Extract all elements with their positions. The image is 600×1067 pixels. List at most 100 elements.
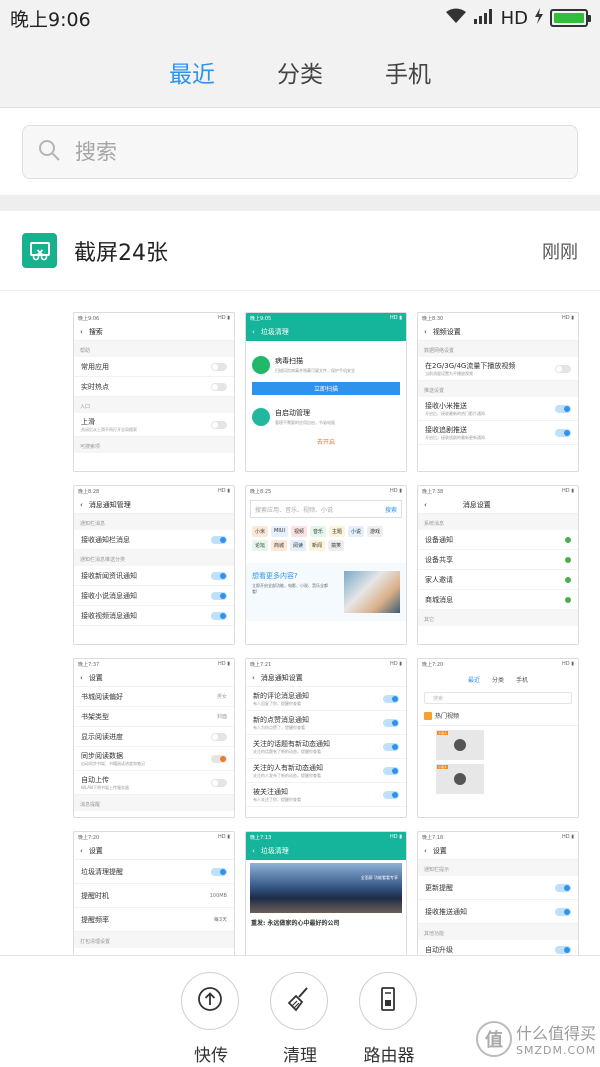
thumb-section: 其他功能	[418, 924, 578, 940]
thumb-section: 通知栏提示	[418, 860, 578, 876]
thumb-section: 通知栏消息	[74, 514, 234, 530]
toggle-icon	[211, 571, 227, 580]
thumb-row: 提醒时机 100MB	[74, 884, 234, 908]
thumb-section: 入口	[74, 397, 234, 413]
clean-label: 清理	[283, 1046, 317, 1066]
screenshot-thumbnail-4[interactable]: 晚上8:28 HD ▮ ‹ 消息通知管理 通知栏消息 接收通知栏消息 通知栏消息推送…	[73, 485, 235, 645]
tab-recent[interactable]: 最近	[169, 55, 215, 89]
screenshot-thumbnail-1[interactable]: 晚上9:06 HD ▮ ‹ 搜索 帮助 常用应用 实时热点 入口 上滑 关闭后从上滑不…	[73, 312, 235, 472]
thumb-row: 自动升级	[418, 940, 578, 955]
toggle-icon	[211, 611, 227, 620]
screenshot-icon	[22, 233, 57, 268]
search-area	[0, 108, 600, 195]
screenshot-thumbnail-6[interactable]: 晚上7:38 HD ▮ ‹ 消息设置 系统消息 设备通知 设备共享 家人邀请 商城消…	[417, 485, 579, 645]
thumb-title-bar: ‹ 设置	[418, 842, 578, 860]
toggle-icon	[383, 694, 399, 703]
thumb-group: 热门视频	[418, 706, 578, 726]
books-image	[344, 571, 400, 613]
thumb-section: 数据网络设置	[418, 341, 578, 357]
screenshot-thumbnail-11[interactable]: 晚上7:13 HD ▮ ‹ 垃圾清理 全面屏 功能看看专享 重发: 永远做家的心中最…	[245, 831, 407, 955]
toggle-icon	[211, 754, 227, 763]
thumb-row: 提醒频率 每3天	[74, 908, 234, 932]
signal-icon	[473, 8, 495, 29]
toggle-icon	[383, 742, 399, 751]
thumb-title-bar: ‹ 搜索	[74, 323, 234, 341]
thumb-row: 关注的话题有新动态通知 关注的话题有了新的动态，提醒你查看	[246, 735, 406, 759]
smzdm-watermark: 值 什么值得买 SMZDM.COM	[476, 1010, 598, 1067]
thumb-section: 打包清理设置	[74, 932, 234, 948]
toggle-icon	[555, 945, 571, 954]
clean-button[interactable]: 清理	[270, 972, 330, 1066]
screenshot-group-header[interactable]: 截屏24张 刚刚	[0, 211, 600, 291]
recent-files-list: 截屏24张 刚刚 晚上9:06 HD ▮ ‹ 搜索 帮助 常用应用 实时热点 入口 …	[0, 211, 600, 955]
battery-icon	[550, 9, 591, 27]
toggle-icon	[383, 790, 399, 799]
router-label: 路由器	[363, 1046, 415, 1066]
thumb-title-bar: ‹ 消息设置	[418, 496, 578, 514]
play-icon	[454, 773, 466, 785]
screenshot-thumbnail-2[interactable]: 晚上9:05 HD ▮ ‹ 垃圾清理 病毒扫描 扫描风险病毒并隐藏可疑文件，保护手机安…	[245, 312, 407, 472]
thumb-title: 消息通知管理	[88, 500, 131, 509]
thumb-row: 接收追剧推送 开启后，接收追剧的最新更新通知	[418, 421, 578, 445]
status-time: 晚上9:06	[10, 8, 91, 31]
screenshot-thumbnail-8[interactable]: 晚上7:21 HD ▮ ‹ 消息通知设置 新的评论消息通知 有人回复了你，提醒你查看 …	[245, 658, 407, 818]
thumb-title: 设置	[88, 846, 103, 855]
thumb-title-bar: ‹ 消息通知设置	[246, 669, 406, 687]
toggle-icon	[211, 867, 227, 876]
thumb-row: 设备通知	[418, 530, 578, 550]
thumb-row: 实时热点	[74, 377, 234, 397]
screenshot-thumbnail-3[interactable]: 晚上8:30 HD ▮ ‹ 视频设置 数据网络设置 在2G/3G/4G流量下播放视频…	[417, 312, 579, 472]
thumb-row: 接收通知栏消息	[74, 530, 234, 550]
toggle-icon	[383, 766, 399, 775]
top-tabs: 最近 分类 手机	[0, 36, 600, 108]
wifi-icon	[445, 8, 467, 29]
thumb-title: 设置	[88, 673, 103, 682]
toggle-icon	[211, 535, 227, 544]
thumb-section: 其它	[418, 610, 578, 626]
quick-transfer-button[interactable]: 快传	[181, 972, 241, 1066]
toggle-icon	[211, 362, 227, 371]
screenshot-thumbnail-7[interactable]: 晚上7:37 HD ▮ ‹ 设置 书城阅读偏好 男女 书架类型 封面 显示阅读进度 同步…	[73, 658, 235, 818]
thumb-title-bar: ‹ 垃圾清理	[246, 842, 406, 860]
status-dot	[565, 596, 571, 603]
quick-transfer-label: 快传	[194, 1046, 228, 1066]
tab-phone[interactable]: 手机	[385, 55, 431, 89]
thumb-title: 垃圾清理	[260, 328, 289, 336]
search-box[interactable]	[22, 125, 578, 179]
search-input[interactable]	[75, 140, 475, 164]
play-icon	[454, 739, 466, 751]
thumb-row: 垃圾清理提醒	[74, 860, 234, 884]
section-divider	[0, 195, 600, 211]
thumb-time: 晚上7:21	[250, 662, 272, 668]
thumb-row: 家人邀请	[418, 570, 578, 590]
group-title: 截屏24张	[74, 240, 168, 266]
thumb-title: 垃圾清理	[260, 847, 289, 855]
toggle-icon	[211, 591, 227, 600]
thumb-title-bar: ‹ 消息通知管理	[74, 496, 234, 514]
thumb-row: 同步阅读数据 自动同步书架、书籍阅读进度和笔记	[74, 747, 234, 771]
thumb-row: 在2G/3G/4G流量下播放视频 当前流量设置为不播放视频	[418, 357, 578, 381]
thumb-row: 设备共享	[418, 550, 578, 570]
upload-icon	[196, 985, 224, 1017]
thumb-time: 晚上8:25	[250, 489, 272, 495]
screenshot-thumbnail-10[interactable]: 晚上7:20 HD ▮ ‹ 设置 垃圾清理提醒 提醒时机 100MB 提醒频率 每3天 …	[73, 831, 235, 955]
thumb-search-bar: 搜索	[424, 692, 572, 704]
broom-icon	[285, 985, 313, 1017]
thumb-row: 接收小说消息通知	[74, 586, 234, 606]
tab-category[interactable]: 分类	[277, 55, 323, 89]
watermark-cn: 什么值得买	[516, 1024, 597, 1043]
screenshot-thumbnail-12[interactable]: 晚上7:18 HD ▮ ‹ 设置 通知栏提示 更新提醒 接收推送通知 其他功能 自动…	[417, 831, 579, 955]
group-time: 刚刚	[542, 241, 578, 263]
thumb-section: 帮助	[74, 341, 234, 357]
screenshot-thumbnail-5[interactable]: 晚上8:25 HD ▮ 搜索应用、音乐、视频、小说 搜索 小米 MIUI 视频 音乐…	[245, 485, 407, 645]
thumb-row: 显示阅读进度	[74, 727, 234, 747]
router-button[interactable]: 路由器	[359, 972, 419, 1066]
thumb-row: 接收推送通知	[418, 900, 578, 924]
router-icon	[374, 985, 402, 1017]
thumb-section: 系统消息	[418, 514, 578, 530]
screenshot-thumbnail-9[interactable]: 晚上7:20 HD ▮ 最近 分类 手机 搜索 热门视频 小说人 小说人	[417, 658, 579, 818]
toggle-icon	[555, 364, 571, 373]
thumb-title-bar: ‹ 设置	[74, 669, 234, 687]
thumb-row: 新的评论消息通知 有人回复了你，提醒你查看	[246, 687, 406, 711]
video-folder-icon	[424, 711, 432, 720]
